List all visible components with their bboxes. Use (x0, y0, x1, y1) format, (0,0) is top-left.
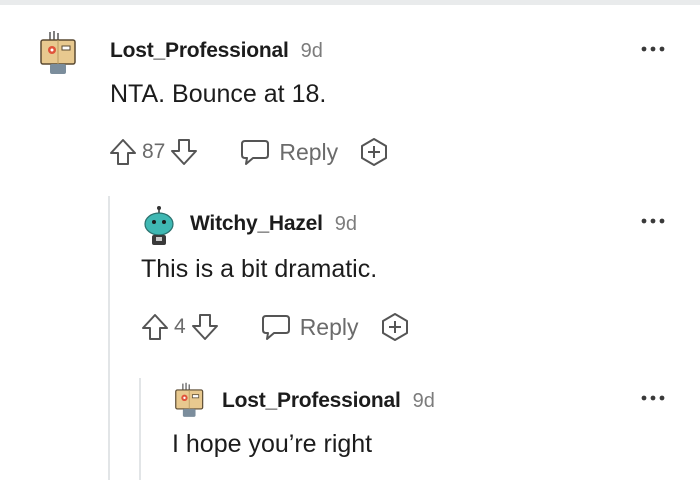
comment-meta: Lost_Professional 9d (110, 39, 323, 63)
award-button[interactable] (379, 311, 411, 343)
comment-body: NTA. Bounce at 18. (110, 80, 327, 108)
more-options-icon (641, 218, 665, 224)
award-icon (381, 313, 408, 341)
downvote-icon[interactable] (190, 312, 220, 342)
more-options-button[interactable] (641, 218, 665, 224)
reply-label: Reply (279, 138, 339, 165)
award-icon (361, 138, 388, 166)
comment-age[interactable]: 9d (335, 213, 357, 236)
top-divider (0, 0, 700, 5)
thread-line-level-1[interactable] (108, 196, 110, 480)
reply-bubble-icon (261, 315, 290, 340)
more-options-button[interactable] (641, 46, 665, 52)
reply-button[interactable]: Reply (260, 312, 359, 342)
reply-button[interactable]: Reply (239, 137, 338, 167)
upvote-icon[interactable] (108, 137, 138, 167)
downvote-icon[interactable] (169, 137, 199, 167)
box-head-avatar-icon (175, 382, 204, 417)
vote-count: 4 (174, 315, 186, 338)
reply-bubble-icon (241, 140, 270, 165)
avatar[interactable] (141, 206, 183, 252)
username-link[interactable]: Lost_Professional (222, 389, 401, 413)
comment-body: I hope you’re right (172, 430, 373, 458)
comment-age[interactable]: 9d (413, 390, 435, 413)
comment-actions: 4 Reply (140, 311, 411, 343)
vote-count: 87 (142, 140, 166, 163)
comment-meta: Witchy_Hazel 9d (190, 212, 357, 236)
comment-meta: Lost_Professional 9d (222, 389, 435, 413)
comment-age[interactable]: 9d (301, 40, 323, 63)
upvote-icon[interactable] (140, 312, 170, 342)
more-options-icon (641, 46, 665, 52)
avatar[interactable] (173, 382, 215, 428)
award-button[interactable] (358, 136, 390, 168)
box-head-avatar-icon (40, 31, 76, 74)
username-link[interactable]: Witchy_Hazel (190, 212, 323, 236)
username-link[interactable]: Lost_Professional (110, 39, 289, 63)
more-options-icon (641, 395, 665, 401)
avatar[interactable] (38, 30, 80, 76)
comment-actions: 87 Reply (108, 136, 390, 168)
reply-label: Reply (299, 313, 359, 340)
comment-body: This is a bit dramatic. (141, 255, 378, 283)
thread-line-level-2[interactable] (139, 378, 141, 480)
more-options-button[interactable] (641, 395, 665, 401)
alien-avatar-icon (144, 206, 174, 245)
